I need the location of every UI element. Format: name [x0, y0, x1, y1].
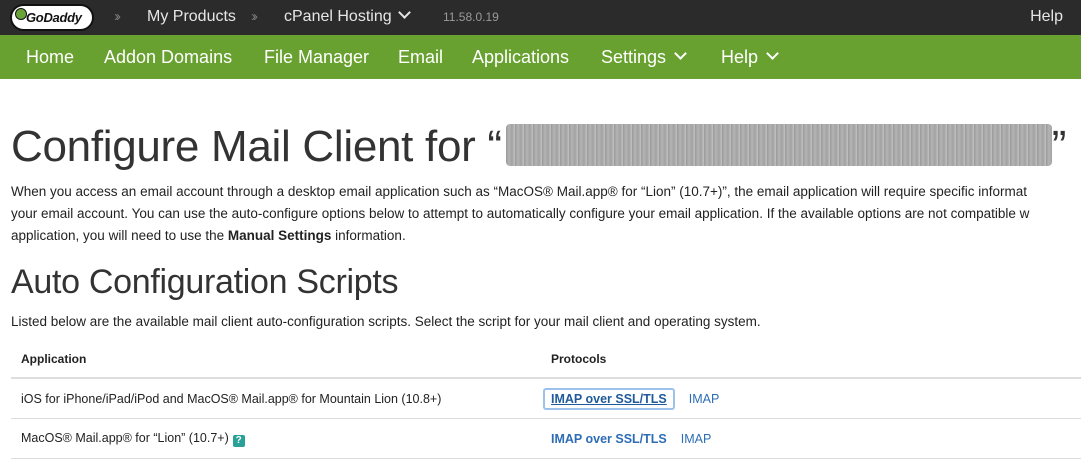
imap-ssl-link[interactable]: IMAP over SSL/TLS — [551, 430, 667, 448]
nav-item-applications[interactable]: Applications — [472, 47, 569, 68]
godaddy-logo[interactable]: GoDaddy — [10, 4, 94, 31]
nav-item-home[interactable]: Home — [26, 47, 74, 68]
table-row: MacOS® Mail.app® for “Lion” (10.7+)? IMA… — [11, 418, 1081, 459]
chevron-down-icon — [766, 47, 779, 60]
nav-item-addon-domains[interactable]: Addon Domains — [104, 47, 232, 68]
chevron-right-icon: ›› — [114, 8, 121, 25]
application-cell: MacOS® Mail.app® for “Lion” (10.7+)? — [11, 418, 541, 459]
intro-line: your email account. You can use the auto… — [11, 206, 1030, 221]
column-header-protocols: Protocols — [541, 341, 1081, 379]
imap-ssl-link[interactable]: IMAP over SSL/TLS — [543, 387, 675, 410]
table-row: iOS for iPhone/iPad/iPod and MacOS® Mail… — [11, 378, 1081, 419]
main-nav: Home Addon Domains File Manager Email Ap… — [0, 35, 1081, 79]
column-header-application: Application — [11, 341, 541, 379]
protocols-cell: IMAP over SSL/TLS IMAP — [541, 418, 1081, 459]
nav-help-label: Help — [721, 47, 759, 67]
chevron-right-icon: ›› — [251, 8, 258, 25]
nav-item-email[interactable]: Email — [398, 47, 443, 68]
nav-item-help[interactable]: Help — [721, 47, 779, 68]
breadcrumb-cpanel-hosting[interactable]: cPanel Hosting — [284, 6, 411, 26]
nav-settings-label: Settings — [601, 47, 667, 67]
nav-item-file-manager[interactable]: File Manager — [264, 47, 369, 68]
breadcrumb-cpanel-label: cPanel Hosting — [284, 8, 392, 25]
cpanel-version: 11.58.0.19 — [443, 10, 499, 24]
breadcrumb-my-products[interactable]: My Products — [147, 8, 236, 26]
page-title-closing-quote: ” — [1051, 122, 1067, 171]
section-title: Auto Configuration Scripts — [11, 263, 399, 301]
application-cell: iOS for iPhone/iPad/iPod and MacOS® Mail… — [11, 378, 541, 419]
intro-line: When you access an email account through… — [11, 184, 1028, 199]
top-bar: GoDaddy ›› My Products ›› cPanel Hosting… — [0, 0, 1081, 35]
intro-line: application, you will need to use the Ma… — [11, 225, 1081, 247]
section-description: Listed below are the available mail clie… — [11, 314, 761, 329]
intro-line-3-post: information. — [331, 228, 406, 243]
intro-line-3-pre: application, you will need to use the — [11, 228, 228, 243]
help-icon[interactable]: ? — [232, 434, 245, 447]
imap-link[interactable]: IMAP — [681, 432, 712, 446]
manual-settings-text: Manual Settings — [227, 228, 332, 243]
nav-item-settings[interactable]: Settings — [601, 47, 687, 68]
auto-config-table: Application Protocols iOS for iPhone/iPa… — [11, 341, 1081, 459]
chevron-down-icon — [674, 47, 687, 60]
redacted-email-block — [505, 124, 1052, 167]
logo-text: GoDaddy — [26, 10, 82, 25]
top-help-link[interactable]: Help — [1030, 8, 1063, 26]
chevron-down-icon — [397, 6, 411, 19]
page-title: Configure Mail Client for “ ” — [11, 122, 1066, 172]
application-name: MacOS® Mail.app® for “Lion” (10.7+) — [21, 430, 229, 445]
page-title-text: Configure Mail Client for “ — [11, 122, 502, 171]
intro-paragraph: When you access an email account through… — [11, 181, 1081, 247]
table-header-row: Application Protocols — [11, 341, 1081, 379]
protocols-cell: IMAP over SSL/TLS IMAP — [541, 378, 1081, 419]
imap-link[interactable]: IMAP — [689, 392, 720, 406]
